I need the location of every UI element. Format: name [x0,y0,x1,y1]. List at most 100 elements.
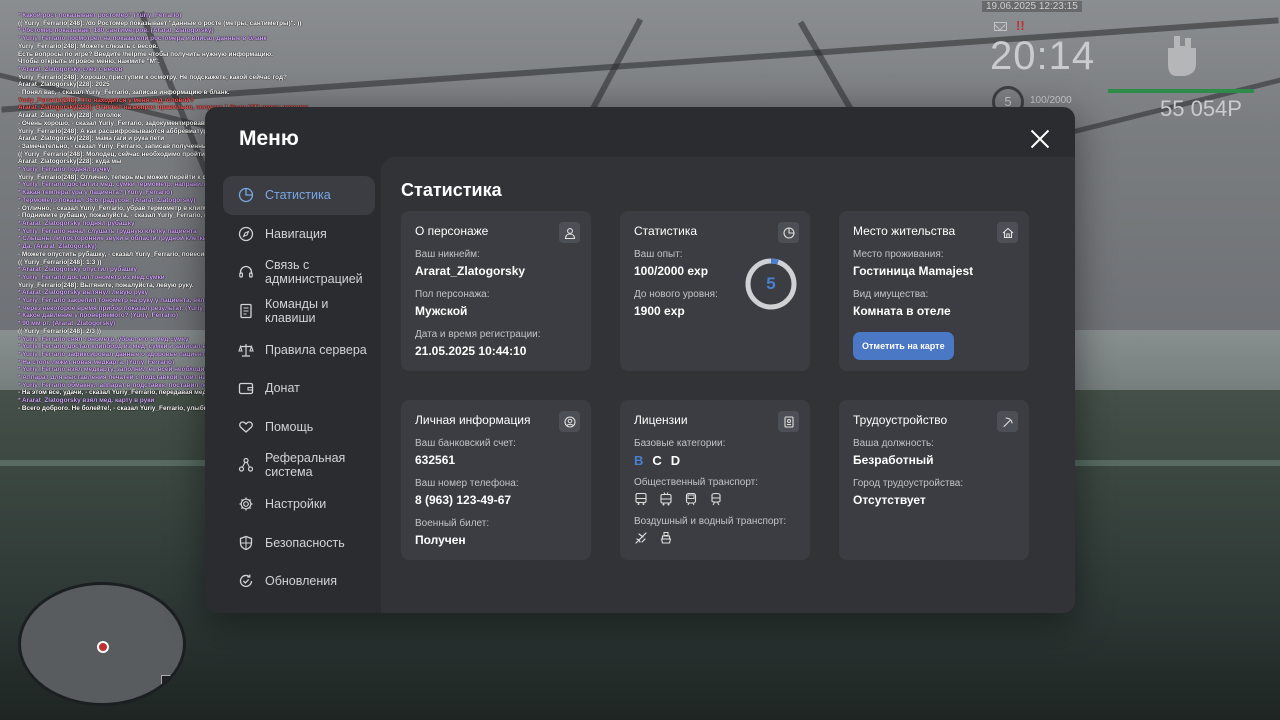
menu-title: Меню [239,127,299,150]
gear-icon [238,496,254,512]
bank-label: Ваш банковский счет: [415,438,516,449]
category-b: B [634,453,644,468]
chat-line: Yuriy_Ferrario[248]: Хорошо, приступим к… [18,73,287,81]
sidebar-item-1[interactable]: Статистика [223,176,375,215]
nickname-value: Ararat_Zlatogorsky [415,264,526,278]
sidebar-item-7[interactable]: Помощь [223,408,375,447]
player-marker-icon [97,641,109,653]
residence-value: Гостиница Mamajest [853,264,974,278]
card-licenses: Лицензии Базовые категории: B C D Общест… [620,400,810,560]
sidebar-item-label: Обновления [265,574,337,589]
employment-city-label: Город трудоустройства: [853,478,964,489]
map-square-icon [161,675,177,687]
sidebar-item-8[interactable]: Реферальная система [223,446,375,485]
fist-icon [1160,30,1200,76]
card-title: Статистика [634,224,698,238]
heart-hands-icon [238,419,254,435]
sidebar-item-label: Команды и клавиши [265,297,329,326]
sidebar-item-5[interactable]: Правила сервера [223,330,375,369]
network-icon [238,457,254,473]
scales-icon [238,342,254,358]
category-c: C [652,453,662,468]
health-bar [1108,89,1254,93]
close-icon[interactable] [1030,129,1050,149]
card-title: Лицензии [634,413,688,427]
chat-line: Yuriy_Ferrario[248]: Что находится у мен… [18,96,195,104]
employment-city-value: Отсутствует [853,493,926,507]
page-title: Статистика [401,180,502,200]
card-title: Трудоустройство [853,413,948,427]
position-label: Ваша должность: [853,438,934,449]
house-icon [997,222,1018,243]
mark-on-map-button[interactable]: Отметить на карте [853,332,954,360]
sidebar-item-label: Навигация [265,226,327,241]
menu-window: Меню Статистика Навигация Связь с админист… [205,107,1075,613]
public-transport-icons [634,492,796,506]
chat-line: Yuriy_Ferrario[248]: Можете слезать с ве… [18,42,159,50]
trolleybus-icon [659,492,673,506]
card-personal: Личная информация Ваш банковский счет: 6… [401,400,591,560]
minimap [18,582,186,706]
sidebar-item-10[interactable]: Безопасность [223,523,375,562]
gender-label: Пол персонажа: [415,289,490,300]
sidebar-item-label: Статистика [265,188,331,203]
chat-line: * Ростомер показывает 180 сантиметров. (… [18,27,214,35]
sidebar-item-label: Безопасность [265,535,345,550]
chat-line: * Ararat_Zlatogorsky слез с весов [18,65,123,73]
pickaxe-icon [997,411,1018,432]
sidebar-item-9[interactable]: Настройки [223,485,375,524]
phone-value: 8 (963) 123-49-67 [415,493,512,507]
air-water-transport-label: Воздушный и водный транспорт: [634,516,787,527]
level-number: 5 [766,274,776,293]
ship-icon [659,531,673,545]
sidebar-item-label: Настройки [265,497,327,512]
base-categories-label: Базовые категории: [634,438,726,449]
air-water-transport-icons [634,531,796,545]
sidebar-item-label: Донат [265,381,300,396]
sidebar-item-4[interactable]: Команды и клавиши [223,292,375,331]
sidebar-item-11[interactable]: Обновления [223,562,375,601]
hud-datetime: 19.06.2025 12:23:15 [982,1,1082,12]
chat-line: (( Yuriy_Ferrario[248]: /do Ростомер пок… [18,19,302,27]
property-value: Комната в отеле [853,304,951,318]
user-circle-icon [559,411,580,432]
pie-chart-icon [238,187,254,203]
sidebar-item-label: Реферальная система [265,451,346,480]
id-card-icon [778,411,799,432]
compass-icon [238,226,254,242]
sidebar-item-3[interactable]: Связь с администрацией [223,253,375,292]
card-employment: Трудоустройство Ваша должность: Безработ… [839,400,1029,560]
hud-money: 55 054Р [1160,96,1242,121]
pie-chart-icon [778,222,799,243]
chat-line: Чтобы открыть игровое меню, нажмите "M". [18,58,160,66]
sidebar-item-label: Помощь [265,419,314,434]
public-transport-label: Общественный транспорт: [634,477,759,488]
airplane-icon [634,531,648,545]
license-categories: B C D [634,453,796,468]
level-progress-ring: 5 [744,257,798,311]
refresh-check-icon [238,573,254,589]
card-title: Место жительства [853,224,956,238]
shield-icon [238,535,254,551]
sidebar-item-label: Связь с администрацией [265,258,363,287]
military-value: Получен [415,533,466,547]
mail-icon [994,22,1007,31]
card-title: Личная информация [415,413,531,427]
sidebar-item-6[interactable]: Донат [223,369,375,408]
sidebar-item-2[interactable]: Навигация [223,215,375,254]
hud-clock: 20:14 [990,34,1096,78]
chat-line: - Понял вас, - сказал Yuriy_Ferrario, за… [18,89,230,97]
residence-label: Место проживания: [853,249,944,260]
train-icon [709,492,723,506]
statistics-panel: Статистика О персонаже Ваш никнейм: Arar… [381,157,1075,613]
registration-label: Дата и время регистрации: [415,329,541,340]
bank-value: 632561 [415,453,456,467]
chat-line: Есть вопросы по игре? Введите /helpme чт… [18,50,273,58]
phone-label: Ваш номер телефона: [415,478,519,489]
menu-sidebar: Статистика Навигация Связь с администрацие… [223,176,375,601]
document-icon [238,303,254,319]
category-d: D [670,453,681,468]
user-icon [559,222,580,243]
warning-icon: !! [1016,18,1025,33]
sidebar-item-label: Правила сервера [265,342,367,357]
